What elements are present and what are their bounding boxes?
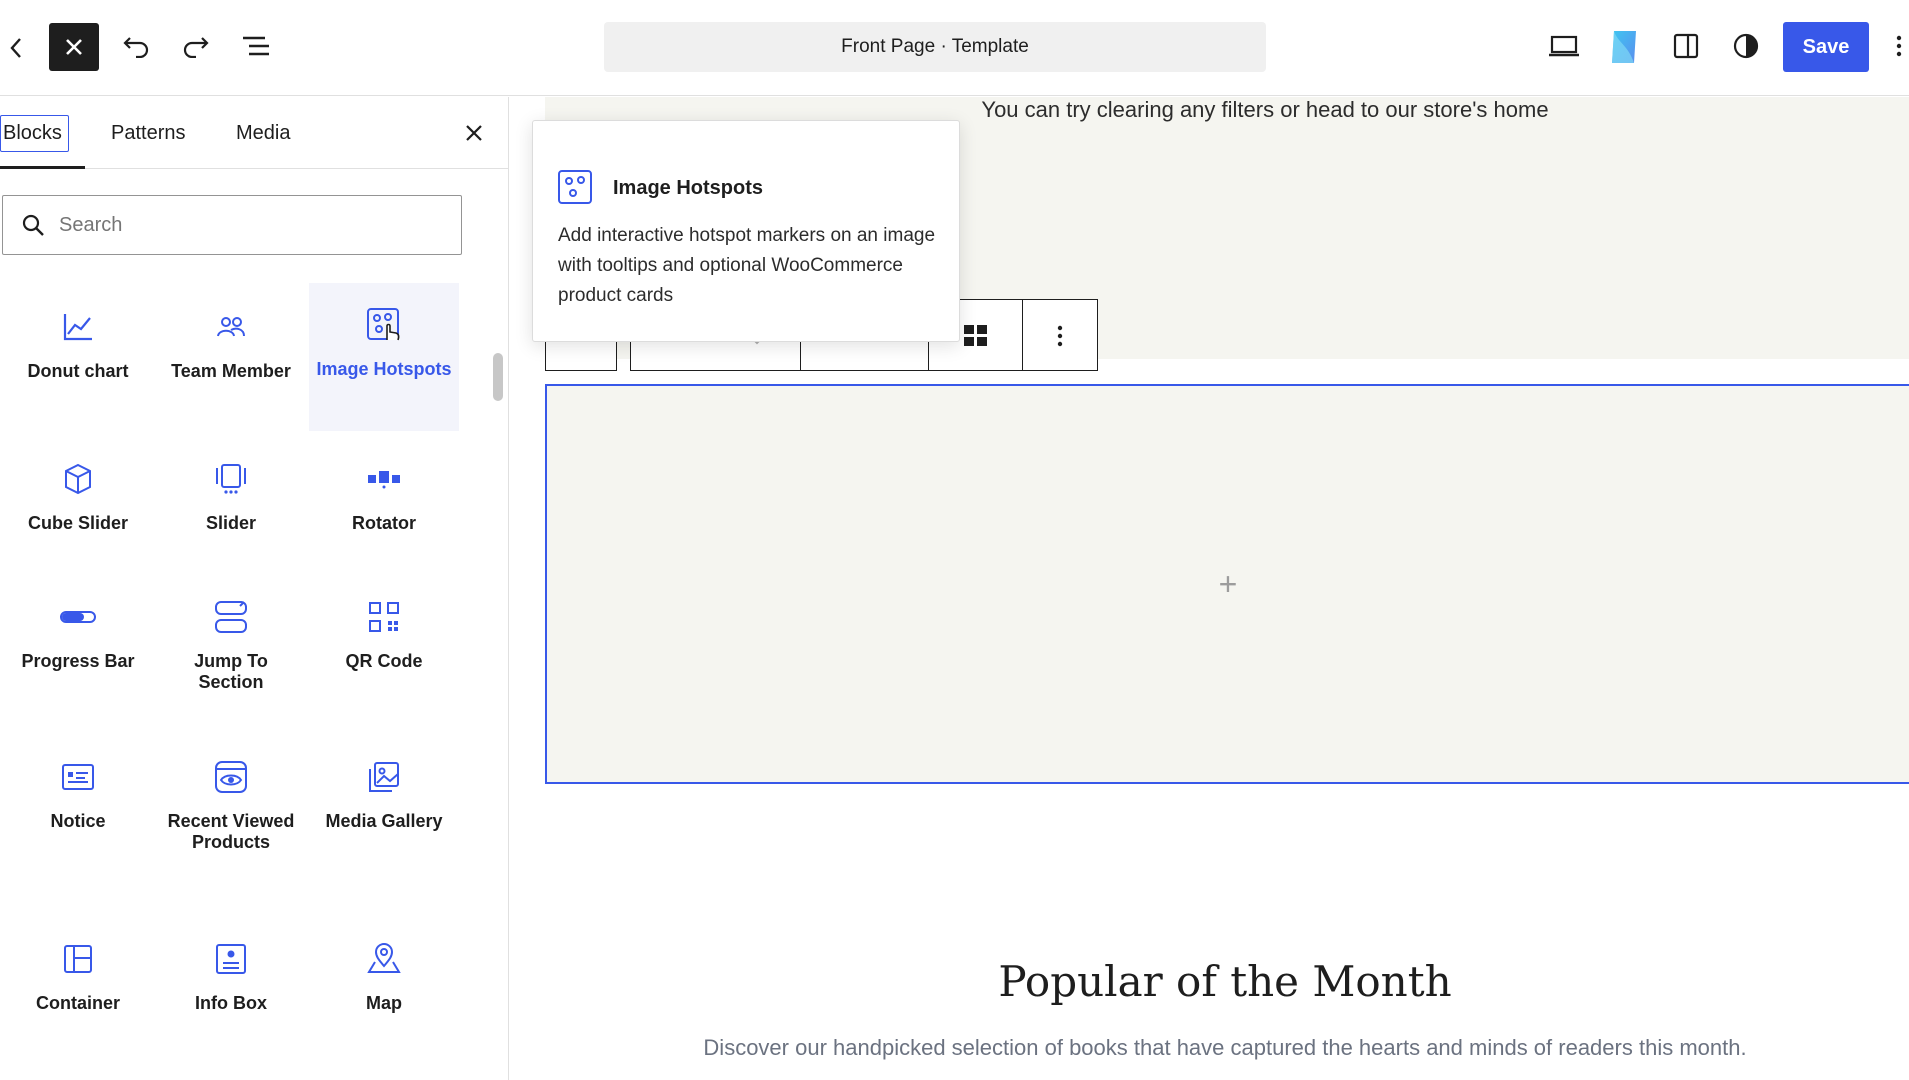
block-info-box[interactable]: Info Box (156, 939, 306, 1069)
progress-bar-icon (58, 597, 98, 637)
block-search-field[interactable] (2, 195, 462, 255)
section-subheading[interactable]: Discover our handpicked selection of boo… (600, 1035, 1850, 1061)
sidebar-toggle-icon (1673, 33, 1699, 59)
document-title[interactable]: Front Page · Template (604, 22, 1266, 72)
block-label: Jump To Section (194, 651, 268, 692)
block-label: Image Hotspots (316, 359, 452, 379)
options-menu-button[interactable] (1892, 28, 1906, 64)
block-donut-chart[interactable]: Donut chart (3, 283, 153, 431)
line-chart-icon (58, 307, 98, 347)
more-vertical-icon (1896, 35, 1902, 57)
block-label: QR Code (345, 651, 423, 671)
tooltip-title: Image Hotspots (613, 177, 764, 199)
grid-icon (964, 325, 987, 346)
image-hotspots-icon (364, 305, 404, 345)
block-label: Info Box (195, 993, 267, 1013)
block-inserter-panel: Blocks Patterns Media Donut chart Team M… (0, 97, 509, 1080)
block-cube-slider[interactable]: Cube Slider (3, 459, 153, 579)
recent-products-icon (211, 757, 251, 797)
list-view-icon (243, 36, 269, 56)
editor-header: Front Page · Template Save (0, 0, 1909, 96)
back-chevron-icon[interactable] (4, 32, 28, 64)
image-hotspots-icon (557, 169, 593, 205)
close-icon (466, 125, 482, 141)
info-box-icon (211, 939, 251, 979)
close-panel-button[interactable] (458, 117, 490, 149)
more-vertical-icon (1057, 325, 1063, 347)
tab-blocks[interactable]: Blocks (0, 97, 69, 169)
block-image-hotspots[interactable]: Image Hotspots (309, 283, 459, 431)
close-inserter-button[interactable] (49, 23, 99, 71)
tooltip-description: Add interactive hotspot markers on an im… (558, 225, 936, 306)
block-qr-code[interactable]: QR Code (309, 597, 459, 737)
map-pin-icon (364, 939, 404, 979)
team-icon (211, 307, 251, 347)
half-circle-contrast-icon (1733, 33, 1759, 59)
search-input[interactable] (59, 213, 439, 237)
cube-icon (58, 459, 98, 499)
styles-button[interactable] (1728, 28, 1764, 64)
jump-section-icon (211, 597, 251, 637)
document-overview-button[interactable] (238, 28, 274, 64)
undo-icon (123, 37, 149, 58)
block-label: Donut chart (27, 361, 129, 381)
block-label: Media Gallery (325, 811, 443, 831)
tab-media[interactable]: Media (236, 97, 290, 169)
empty-results-message[interactable]: You can try clearing any filters or head… (835, 97, 1695, 127)
active-tab-indicator (0, 166, 85, 169)
section-heading[interactable]: Popular of the Month (800, 957, 1650, 1006)
settings-sidebar-toggle[interactable] (1668, 28, 1704, 64)
block-label: Rotator (352, 513, 416, 533)
block-label: Slider (205, 513, 257, 533)
scrollbar-thumb[interactable] (493, 353, 503, 401)
media-gallery-icon (364, 757, 404, 797)
block-label: Notice (50, 811, 106, 831)
block-label: Recent Viewed Products (167, 811, 295, 852)
rotator-icon (364, 459, 404, 499)
slider-icon (211, 459, 251, 499)
block-label: Map (366, 993, 402, 1013)
tab-blocks-label: Blocks (0, 114, 69, 152)
laptop-icon (1549, 35, 1579, 57)
tab-patterns[interactable]: Patterns (111, 97, 185, 169)
block-progress-bar[interactable]: Progress Bar (3, 597, 153, 737)
add-block-plus-icon[interactable]: + (1219, 566, 1238, 603)
block-recent-viewed-products[interactable]: Recent Viewed Products (156, 757, 306, 917)
scrollbar[interactable] (490, 257, 504, 1080)
block-label: Team Member (171, 361, 291, 381)
notice-icon (58, 757, 98, 797)
block-container[interactable]: Container (3, 939, 153, 1069)
block-slider[interactable]: Slider (156, 459, 306, 579)
redo-icon (183, 37, 209, 58)
container-icon (58, 939, 98, 979)
device-preview-button[interactable] (1546, 28, 1582, 64)
qr-code-icon (364, 597, 404, 637)
brand-logo-icon[interactable] (1608, 29, 1640, 65)
selected-group-block[interactable]: + (545, 384, 1909, 784)
search-icon (22, 214, 44, 236)
block-label: Container (35, 993, 120, 1013)
block-rotator[interactable]: Rotator (309, 459, 459, 579)
block-team-member[interactable]: Team Member (156, 283, 306, 431)
block-label: Progress Bar (21, 651, 135, 671)
block-preview-tooltip: Image Hotspots Add interactive hotspot m… (532, 120, 960, 342)
block-notice[interactable]: Notice (3, 757, 153, 917)
save-button[interactable]: Save (1783, 22, 1869, 72)
undo-button[interactable] (118, 28, 154, 64)
inserter-tabs: Blocks Patterns Media (0, 97, 508, 169)
close-icon (66, 39, 82, 55)
block-label: Cube Slider (27, 513, 129, 533)
block-map[interactable]: Map (309, 939, 459, 1069)
redo-button[interactable] (178, 28, 214, 64)
block-jump-to-section[interactable]: Jump To Section (156, 597, 306, 737)
toolbar-options-segment[interactable] (1022, 299, 1098, 371)
block-media-gallery[interactable]: Media Gallery (309, 757, 459, 917)
